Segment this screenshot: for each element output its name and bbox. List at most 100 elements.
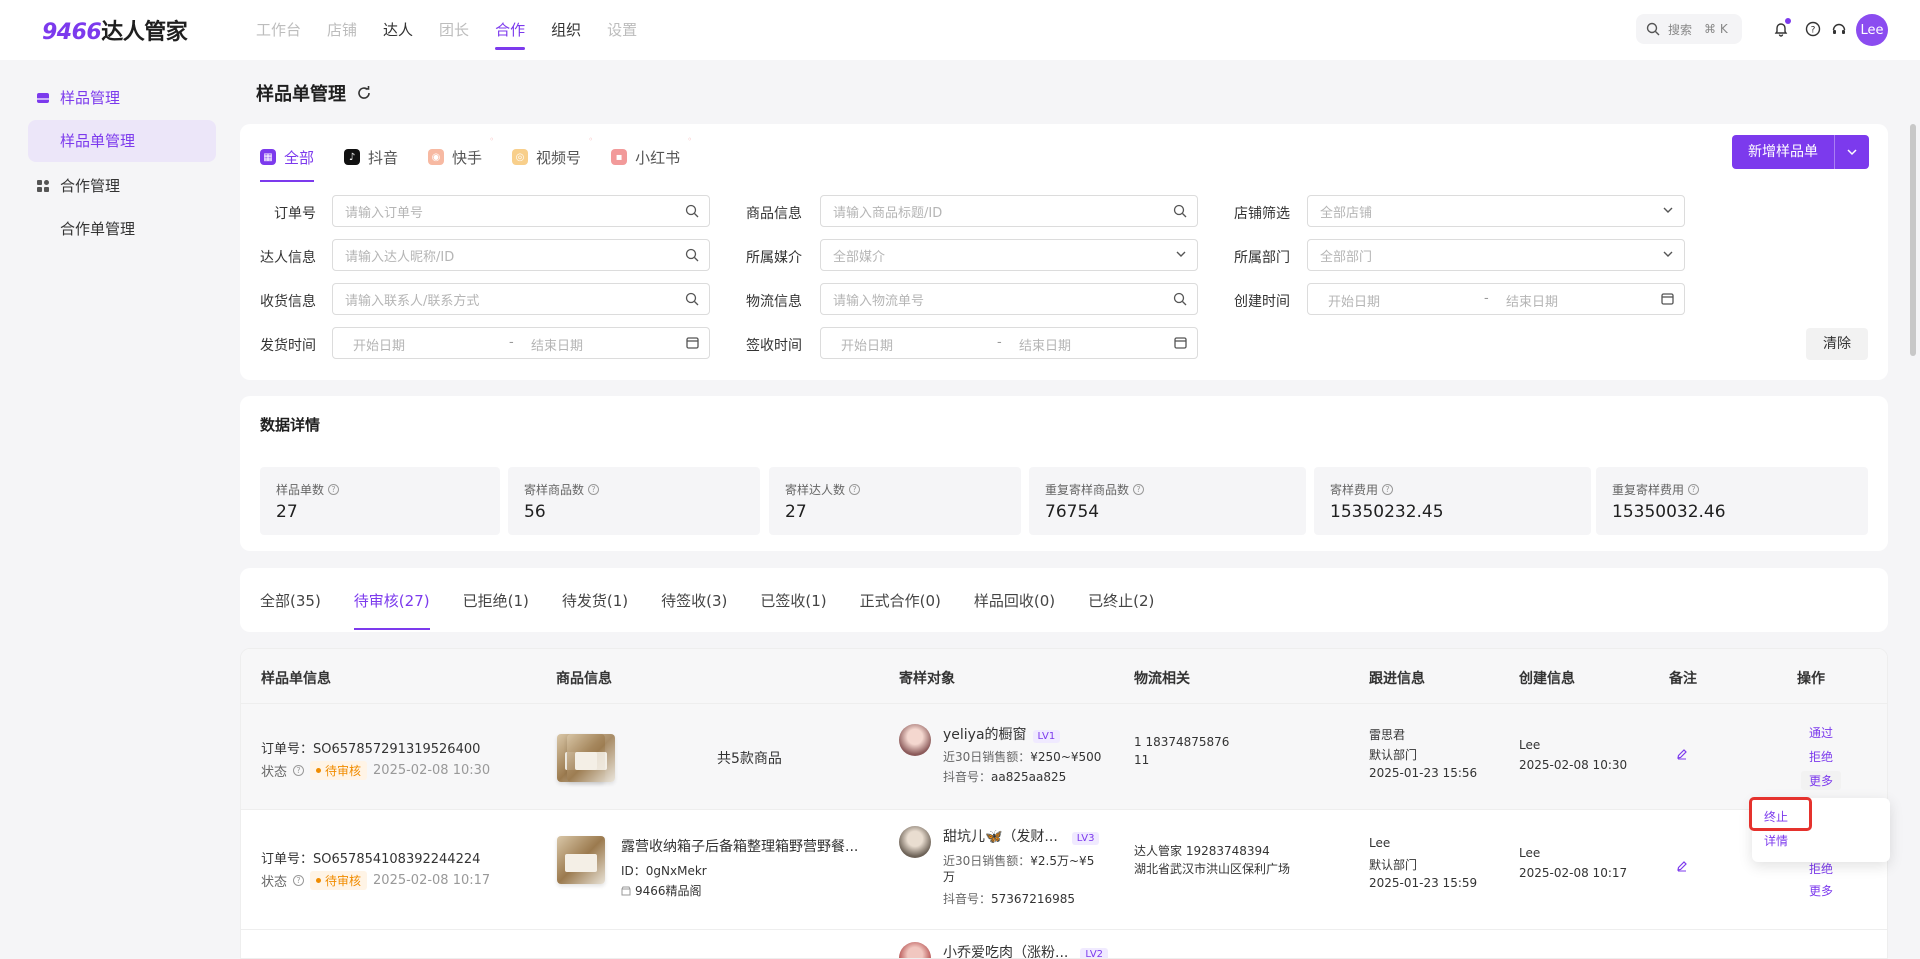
talent-sales-cont: 万 [943, 870, 956, 884]
nav-team-leader[interactable]: 团长 [439, 0, 469, 60]
platform-tab-douyin[interactable]: ♪ 抖音 [344, 142, 398, 172]
help-icon[interactable]: ? [293, 875, 305, 886]
clear-button[interactable]: 清除 [1806, 328, 1868, 360]
sidebar-item-sample-orders[interactable]: 样品单管理 [28, 120, 216, 162]
product-title[interactable]: 露营收纳箱子后备箱整理箱野营野餐... [621, 836, 858, 856]
help-icon[interactable]: ? [1688, 484, 1700, 495]
global-search[interactable]: 搜索 ⌘ K [1636, 14, 1742, 44]
edit-note-icon[interactable] [1676, 860, 1688, 876]
help-icon[interactable]: ? [328, 484, 340, 495]
help-icon[interactable]: ? [293, 765, 305, 776]
reject-link[interactable]: 拒绝 [1809, 748, 1833, 765]
menu-item-details[interactable]: 详情 [1764, 832, 1788, 849]
ship-time-range[interactable]: 开始日期 - 结束日期 [332, 327, 710, 359]
sidebar-item-cooperation-orders[interactable]: 合作单管理 [28, 208, 216, 250]
media-select[interactable]: 全部媒介 [820, 239, 1198, 271]
talent-avatar[interactable] [899, 826, 931, 858]
status-tab-terminated[interactable]: 已终止(2) [1088, 590, 1154, 622]
soon-tag-icon: ◦ [489, 135, 495, 144]
end-date[interactable]: 结束日期 [1019, 335, 1071, 354]
douyin-icon: ♪ [344, 149, 361, 165]
sidebar-group-cooperation[interactable]: 合作管理 [36, 175, 120, 196]
creator: Lee [1519, 846, 1541, 860]
logistics-input[interactable]: 请输入物流单号 [820, 283, 1198, 315]
sidebar-group-label: 样品管理 [60, 89, 121, 107]
nav-workbench[interactable]: 工作台 [256, 0, 301, 60]
new-sample-order-button[interactable]: 新增样品单 [1732, 135, 1869, 169]
sign-time-range[interactable]: 开始日期 - 结束日期 [820, 327, 1198, 359]
more-link[interactable]: 更多 [1809, 882, 1833, 899]
app-logo[interactable]: 9466达人管家 [42, 14, 188, 46]
start-date[interactable]: 开始日期 [1328, 291, 1380, 310]
table-row[interactable]: 小乔爱吃肉（涨粉... LV2 [241, 930, 1887, 958]
created-time-range[interactable]: 开始日期 - 结束日期 [1307, 283, 1685, 315]
table-row[interactable]: 订单号：SO657857291319526400 状态 ? 待审核 2025-0… [241, 704, 1887, 810]
receiver-input[interactable]: 请输入联系人/联系方式 [332, 283, 710, 315]
user-avatar[interactable]: Lee [1856, 14, 1888, 46]
search-icon [685, 248, 699, 266]
start-date[interactable]: 开始日期 [841, 335, 893, 354]
product-shop: 9466精品阁 [621, 882, 702, 899]
search-label: 搜索 [1668, 22, 1693, 37]
shop-filter-select[interactable]: 全部店铺 [1307, 195, 1685, 227]
platform-tabs: ▦ 全部 ♪ 抖音 ◉ 快手 ◦ ◎ 视频号 ◦ ▪ 小红书 ◦ [260, 135, 710, 172]
search-icon [685, 204, 699, 222]
department-select[interactable]: 全部部门 [1307, 239, 1685, 271]
help-icon[interactable]: ? [1382, 484, 1394, 495]
reject-link[interactable]: 拒绝 [1809, 860, 1833, 877]
nav-settings[interactable]: 设置 [607, 0, 637, 60]
chevron-down-icon [1662, 248, 1674, 264]
talent-avatar[interactable] [899, 942, 931, 958]
sidebar-group-sample[interactable]: 样品管理 [36, 87, 120, 108]
help-icon[interactable]: ? [1802, 18, 1824, 40]
follow-time: 2025-01-23 15:59 [1369, 876, 1478, 890]
start-date[interactable]: 开始日期 [353, 335, 405, 354]
status-tab-sample-recycle[interactable]: 样品回收(0) [974, 590, 1055, 622]
refresh-icon[interactable] [356, 85, 372, 101]
platform-tab-xiaohongshu[interactable]: ▪ 小红书 ◦ [611, 135, 692, 172]
edit-note-icon[interactable] [1676, 748, 1688, 764]
platform-tab-kuaishou[interactable]: ◉ 快手 ◦ [428, 135, 494, 172]
nav-organization[interactable]: 组织 [551, 0, 581, 60]
status-tab-formal-cooperation[interactable]: 正式合作(0) [860, 590, 941, 622]
product-thumbnail[interactable] [557, 836, 605, 884]
end-date[interactable]: 结束日期 [1506, 291, 1558, 310]
platform-tab-indicator [260, 180, 314, 182]
talent-name[interactable]: yeliya的橱窗 LV1 [943, 724, 1061, 744]
help-icon[interactable]: ? [849, 484, 861, 495]
order-no-input[interactable]: 请输入订单号 [332, 195, 710, 227]
page-scrollbar[interactable] [1910, 124, 1916, 356]
help-icon[interactable]: ? [1133, 484, 1145, 495]
status-tab-pending-ship[interactable]: 待发货(1) [562, 590, 628, 622]
chevron-down-icon[interactable] [1835, 135, 1869, 169]
approve-link[interactable]: 通过 [1809, 724, 1833, 741]
notification-bell-icon[interactable] [1770, 18, 1792, 40]
talent-name[interactable]: 甜坑儿🦋（发财... LV3 [943, 826, 1100, 846]
logistics-label: 物流信息 [746, 294, 802, 310]
calendar-icon [1661, 292, 1674, 309]
stat-sample-cost: 寄样费用? 15350232.45 [1314, 467, 1591, 535]
status-tab-rejected[interactable]: 已拒绝(1) [463, 590, 529, 622]
talent-avatar[interactable] [899, 724, 931, 756]
product-count[interactable]: 共5款商品 [717, 748, 782, 768]
product-thumbnail[interactable] [567, 734, 615, 782]
table-row[interactable]: 订单号：SO657854108392244224 状态 ? 待审核 2025-0… [241, 810, 1887, 930]
status-tab-signed[interactable]: 已签收(1) [760, 590, 826, 622]
more-button[interactable]: 更多 [1801, 771, 1842, 790]
headset-support-icon[interactable] [1828, 18, 1850, 40]
status-tab-pending-sign[interactable]: 待签收(3) [661, 590, 727, 622]
help-icon[interactable]: ? [588, 484, 600, 495]
platform-tab-shipinhao[interactable]: ◎ 视频号 ◦ [512, 135, 593, 172]
notification-dot [1785, 18, 1791, 24]
end-date[interactable]: 结束日期 [531, 335, 583, 354]
status-badge: 待审核 [310, 871, 368, 890]
nav-shop[interactable]: 店铺 [327, 0, 357, 60]
platform-tab-all[interactable]: ▦ 全部 [260, 142, 314, 172]
nav-cooperation[interactable]: 合作 [495, 0, 526, 60]
status-tab-pending-review[interactable]: 待审核(27) [353, 590, 430, 630]
status-tab-all[interactable]: 全部(35) [260, 590, 321, 622]
product-info-input[interactable]: 请输入商品标题/ID [820, 195, 1198, 227]
talent-info-input[interactable]: 请输入达人昵称/ID [332, 239, 710, 271]
talent-name[interactable]: 小乔爱吃肉（涨粉... LV2 [943, 942, 1109, 958]
nav-talent[interactable]: 达人 [383, 0, 413, 60]
